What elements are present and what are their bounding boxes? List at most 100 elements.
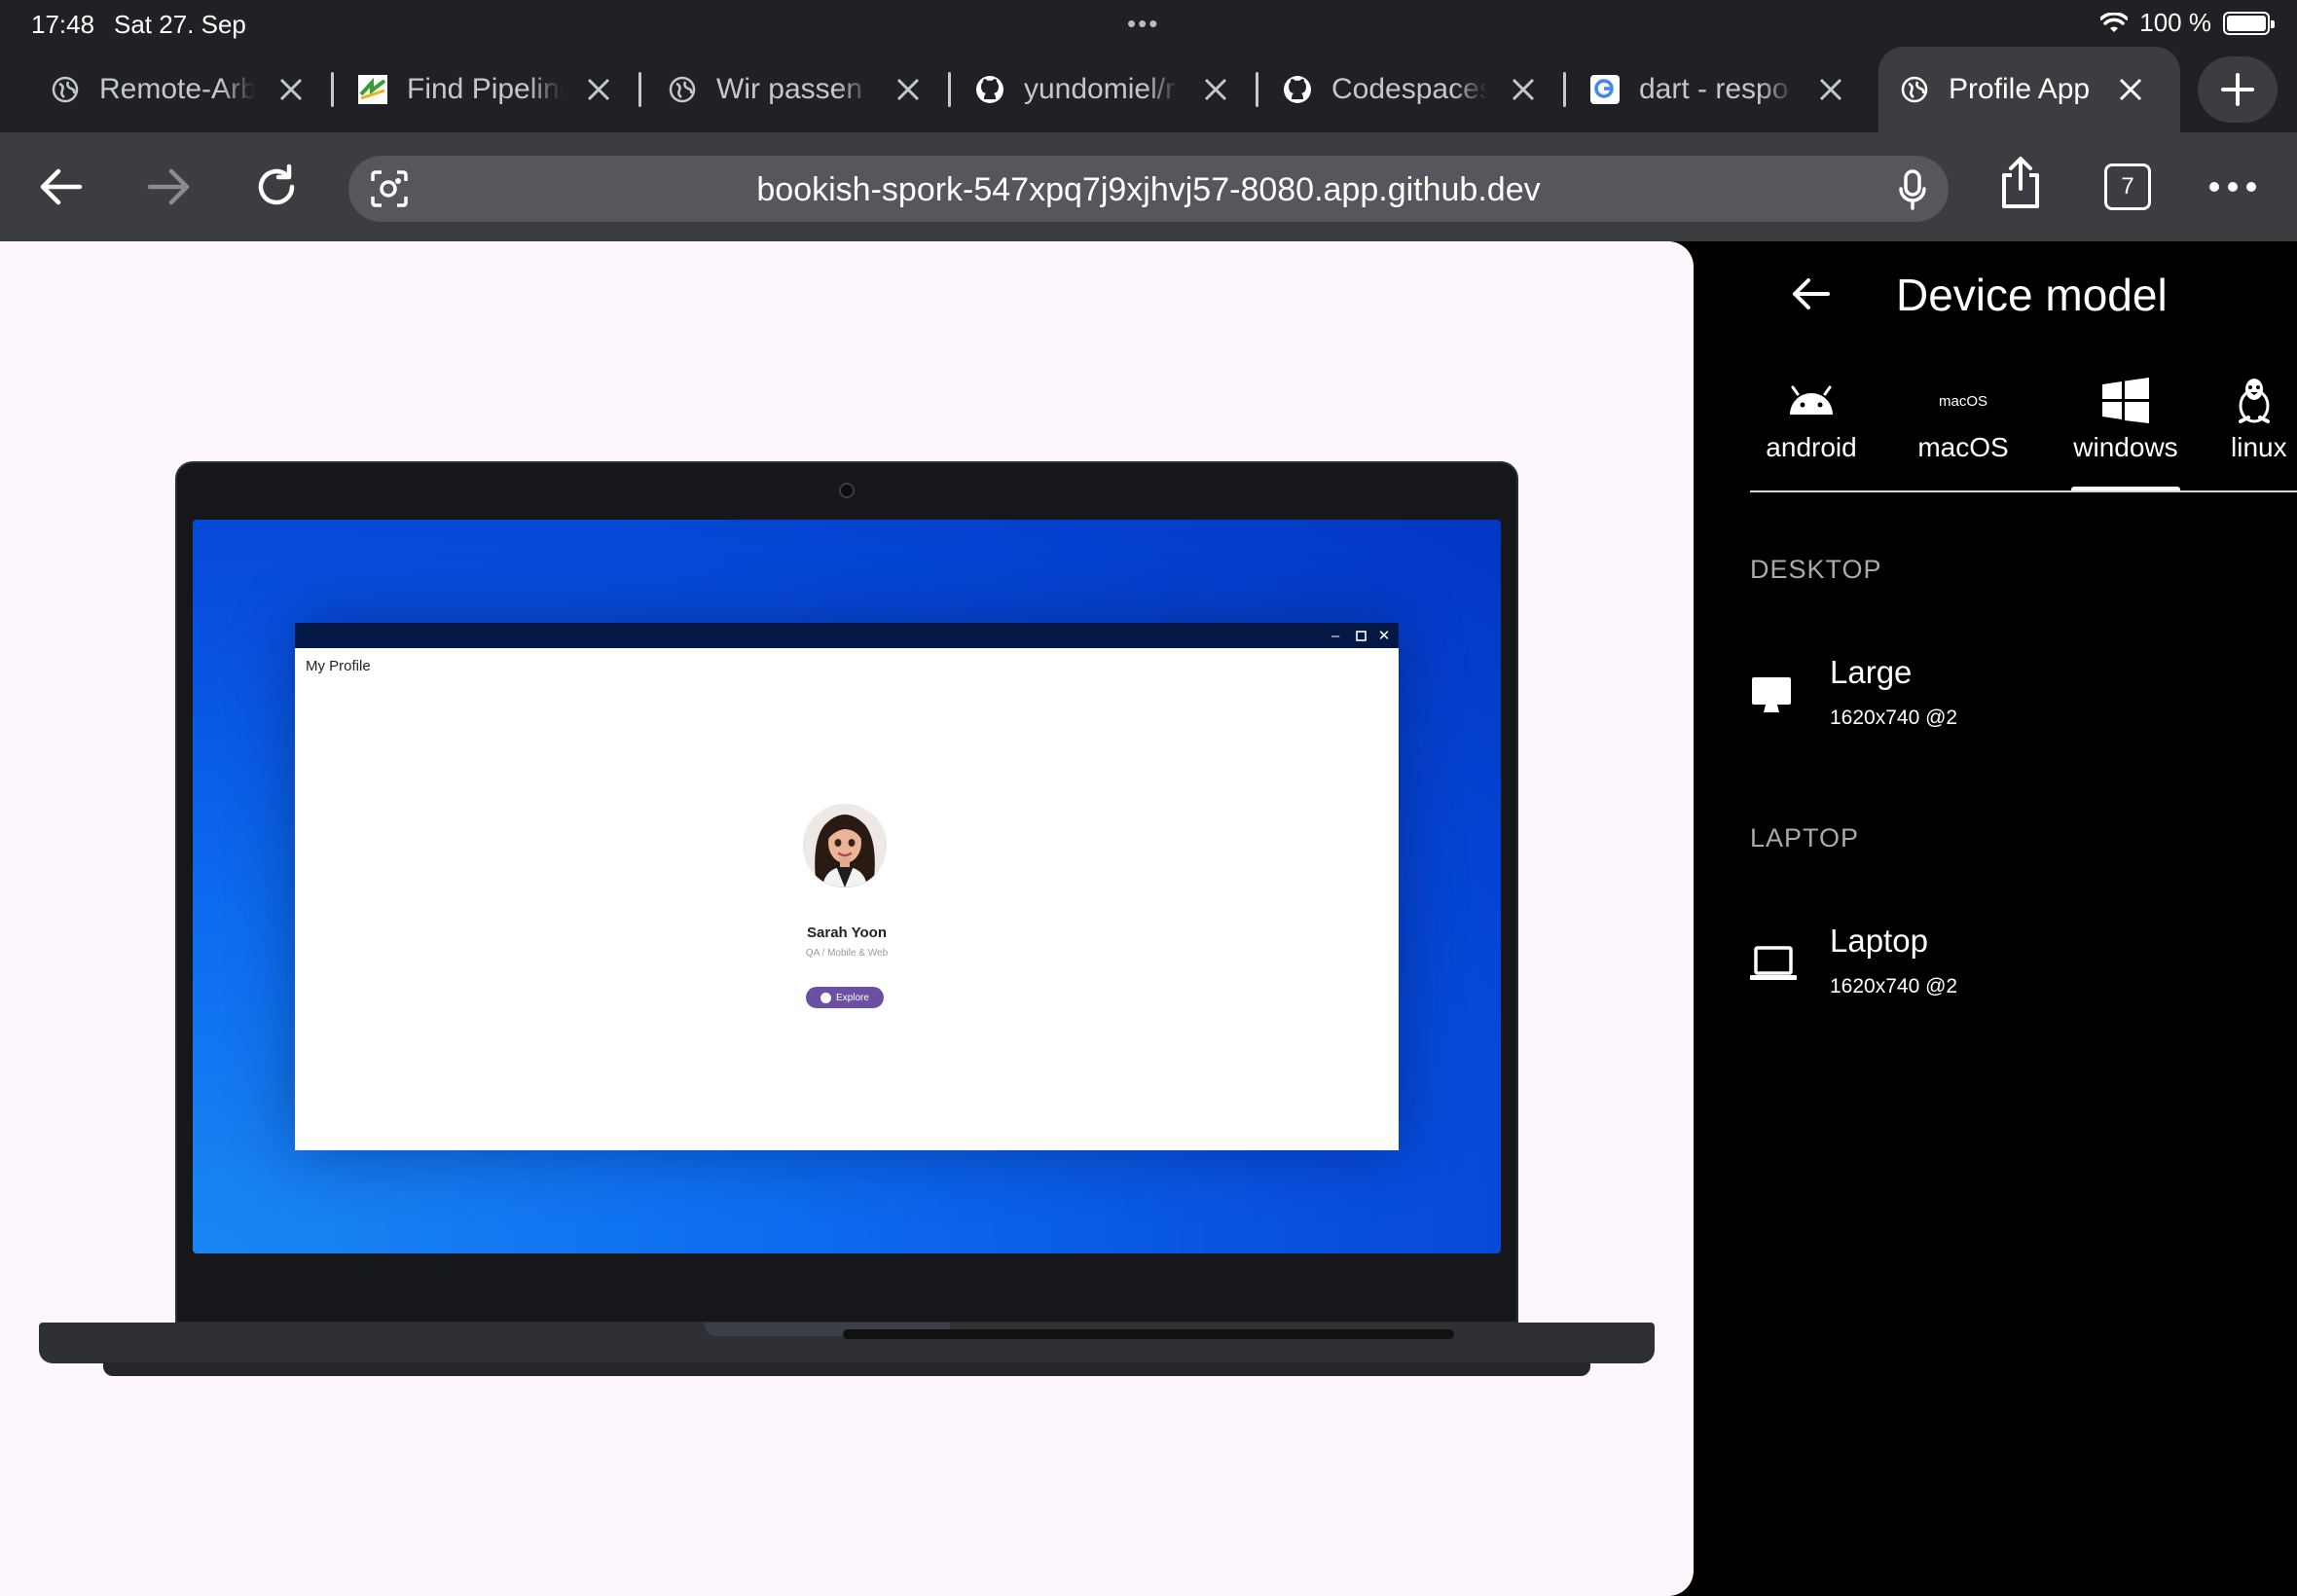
close-tab-icon[interactable] <box>1816 75 1845 104</box>
tab-label: yundomiel/r <box>1024 73 1176 105</box>
panel-back-button[interactable] <box>1787 271 1834 317</box>
laptop-foot <box>103 1362 1590 1376</box>
google-icon <box>1590 75 1620 104</box>
device-name: Large <box>1830 654 1913 690</box>
device-panel: Device model android macOS macOS windows <box>1694 241 2297 1596</box>
more-icon <box>2209 182 2256 192</box>
status-date: Sat 27. Sep <box>114 10 246 39</box>
explore-button[interactable]: Explore <box>806 987 884 1008</box>
app-window: – ✕ My Profile Sarah Yoon QA / Mobile & … <box>295 623 1399 1150</box>
back-button[interactable] <box>33 160 88 214</box>
tab-switcher-button[interactable]: 7 <box>2104 163 2151 210</box>
tab-wir-passen[interactable]: Wir passen uns <box>668 60 923 119</box>
tab-yundomiel[interactable]: yundomiel/r <box>975 60 1230 119</box>
tab-label: Profile App <box>1949 73 2091 105</box>
close-tab-icon[interactable] <box>2116 75 2145 104</box>
device-name: Laptop <box>1830 923 1928 959</box>
os-tab-label: windows <box>2073 432 2178 462</box>
wifi-icon <box>2100 12 2129 32</box>
device-spec: 1620x740 @2 <box>1830 975 1958 998</box>
os-tab-android[interactable]: android <box>1748 378 1875 463</box>
close-tab-icon[interactable] <box>1201 75 1230 104</box>
section-heading-desktop: DESKTOP <box>1750 555 1882 584</box>
reload-button[interactable] <box>249 160 304 214</box>
panel-title: Device model <box>1896 270 2168 320</box>
tab-dart-response[interactable]: dart - respo <box>1590 60 1845 119</box>
pipeline-icon <box>358 75 387 104</box>
tab-label: Find Pipelines <box>407 73 563 105</box>
status-time: 17:48 <box>31 10 95 39</box>
arrow-right-icon <box>147 168 190 205</box>
tab-strip: Remote-Arbeit Find Pipelines Wir passen … <box>0 47 2297 132</box>
section-heading-laptop: LAPTOP <box>1750 823 1860 852</box>
device-item-large[interactable]: Large 1620x740 @2 <box>1750 654 2256 751</box>
forward-button[interactable] <box>142 160 197 214</box>
windows-icon <box>2062 378 2189 424</box>
device-spec: 1620x740 @2 <box>1830 707 1958 729</box>
arrow-left-icon <box>1793 278 1830 309</box>
arrow-left-icon <box>40 168 83 205</box>
tab-label: Remote-Arbeit <box>99 73 255 105</box>
macos-icon: macOS <box>1938 392 1987 410</box>
microphone-icon[interactable] <box>1898 169 1927 215</box>
browser-toolbar: bookish-spork-547xpq7j9xjhvj57-8080.app.… <box>0 132 2297 241</box>
battery-icon <box>2223 11 2275 35</box>
monitor-icon <box>1750 675 1797 718</box>
device-item-laptop[interactable]: Laptop 1620x740 @2 <box>1750 923 2256 1020</box>
tab-label: dart - respo <box>1639 73 1789 105</box>
github-icon <box>975 75 1004 104</box>
github-icon <box>1283 75 1312 104</box>
tab-separator <box>1563 72 1566 107</box>
tab-separator <box>331 72 334 107</box>
laptop-screen: – ✕ My Profile Sarah Yoon QA / Mobile & … <box>193 520 1501 1253</box>
window-titlebar: – ✕ <box>295 623 1399 648</box>
maximize-icon[interactable] <box>1352 627 1369 644</box>
camera-icon <box>839 483 855 498</box>
profile-role: QA / Mobile & Web <box>805 948 889 959</box>
os-tab-linux[interactable]: linux <box>2215 378 2297 463</box>
android-icon <box>1748 378 1875 424</box>
device-preview: – ✕ My Profile Sarah Yoon QA / Mobile & … <box>0 241 1694 1596</box>
reload-icon <box>258 163 295 205</box>
home-indicator[interactable] <box>843 1329 1454 1339</box>
os-tab-windows[interactable]: windows <box>2062 378 2189 463</box>
avatar <box>803 804 887 888</box>
globe-icon <box>1900 75 1929 104</box>
screen-root: 17:48 Sat 27. Sep ••• 100 % Remote-Arbei… <box>0 0 2297 1596</box>
profile-name: Sarah Yoon <box>807 925 887 941</box>
os-tab-label: linux <box>2231 432 2287 462</box>
tab-remote-arbeit[interactable]: Remote-Arbeit <box>51 60 306 119</box>
tab-find-pipelines[interactable]: Find Pipelines <box>358 60 613 119</box>
tab-separator <box>638 72 641 107</box>
new-tab-button[interactable] <box>2198 56 2278 123</box>
tab-separator <box>948 72 951 107</box>
tabs-divider <box>1750 490 2297 492</box>
tab-profile-app[interactable]: Profile App <box>1878 47 2180 132</box>
web-page: – ✕ My Profile Sarah Yoon QA / Mobile & … <box>0 241 2297 1596</box>
share-button[interactable] <box>1993 156 2048 210</box>
url-text: bookish-spork-547xpq7j9xjhvj57-8080.app.… <box>756 171 1541 208</box>
close-tab-icon[interactable] <box>584 75 613 104</box>
multitasking-dots-icon[interactable]: ••• <box>1127 9 1159 39</box>
os-tab-macos[interactable]: macOS macOS <box>1900 378 2026 463</box>
explore-icon <box>820 992 832 1003</box>
globe-icon <box>668 75 697 104</box>
share-icon <box>2002 157 2039 208</box>
close-tab-icon[interactable] <box>1509 75 1538 104</box>
minimize-icon[interactable]: – <box>1327 627 1344 644</box>
tab-separator <box>1256 72 1258 107</box>
globe-icon <box>51 75 80 104</box>
os-tab-label: macOS <box>1917 432 2009 462</box>
explore-label: Explore <box>836 992 869 1003</box>
linux-icon <box>2235 378 2297 424</box>
close-window-icon[interactable]: ✕ <box>1375 627 1393 644</box>
os-tab-label: android <box>1766 432 1857 462</box>
status-bar: 17:48 Sat 27. Sep ••• 100 % <box>0 0 2297 47</box>
close-tab-icon[interactable] <box>276 75 306 104</box>
more-menu-button[interactable] <box>2206 160 2260 214</box>
status-indicators: 100 % <box>2100 8 2275 38</box>
tab-codespaces[interactable]: Codespaces <box>1283 60 1538 119</box>
plus-icon <box>2221 73 2254 106</box>
address-bar[interactable]: bookish-spork-547xpq7j9xjhvj57-8080.app.… <box>348 156 1949 222</box>
close-tab-icon[interactable] <box>893 75 923 104</box>
